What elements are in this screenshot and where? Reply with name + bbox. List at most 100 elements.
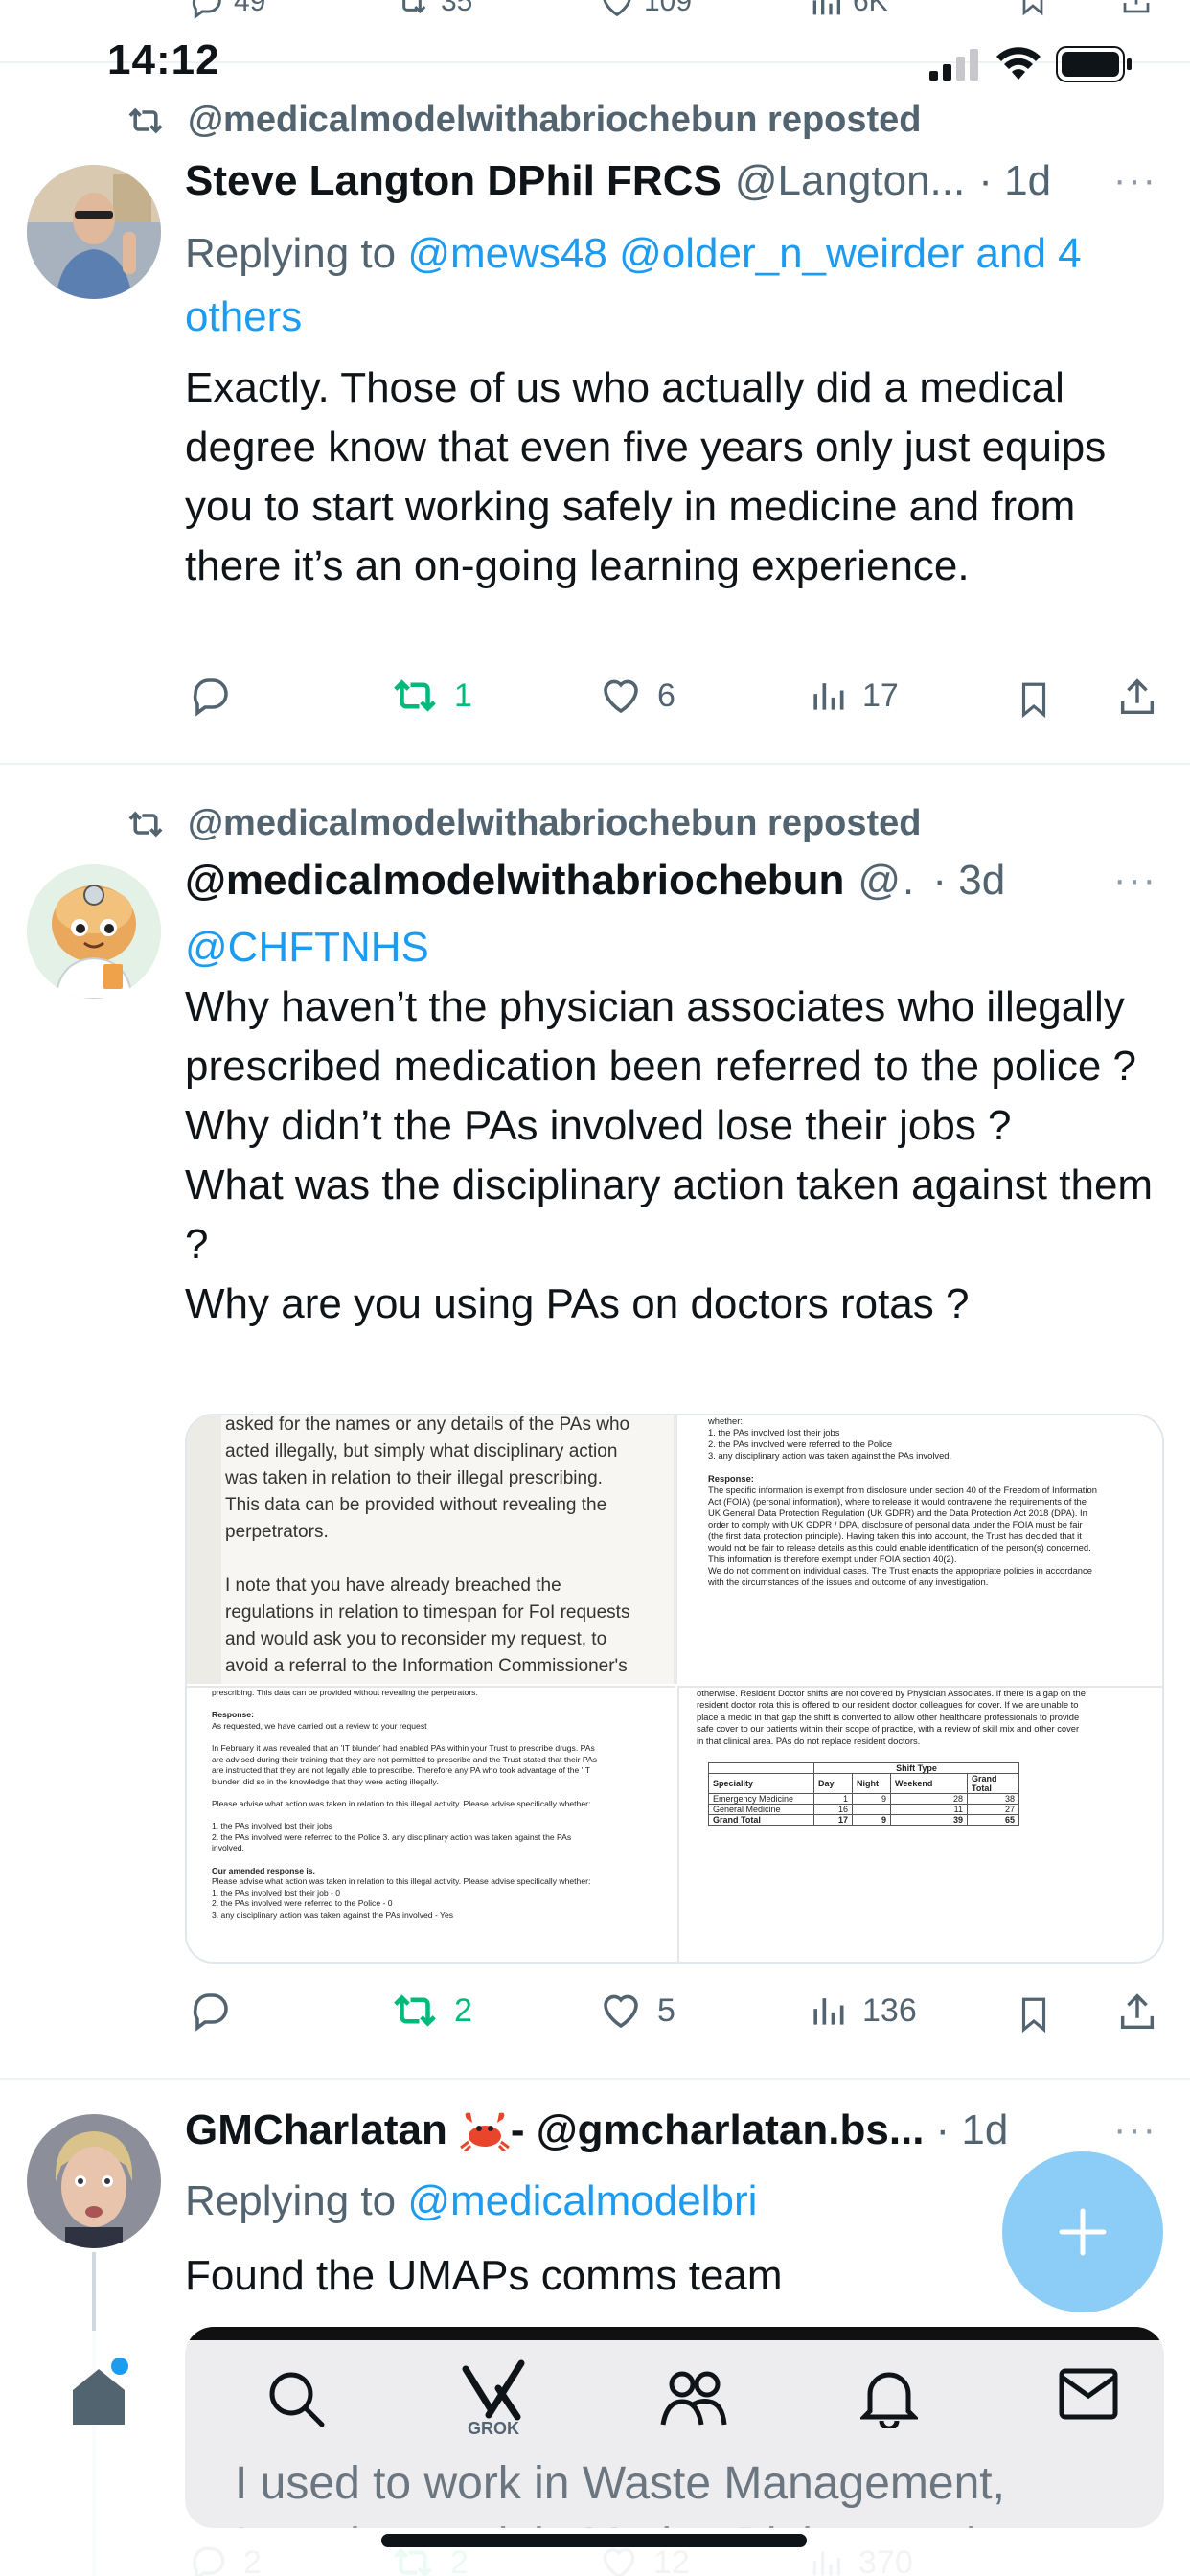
tweet-text-line: What was the disciplinary action taken a… [185, 1162, 1154, 1268]
nav-messages[interactable] [1058, 2367, 1119, 2426]
media-text-line [212, 1854, 672, 1866]
banner-top-edge [185, 2327, 1164, 2340]
notifications-icon [858, 2372, 921, 2431]
prev-views-count[interactable]: 6K [807, 0, 888, 21]
shift-table-header-row: Speciality Day Night Weekend Grand Total [708, 1773, 1019, 1794]
media-text-line: Response: [212, 1710, 254, 1720]
battery-icon [1056, 46, 1132, 82]
compose-icon [1059, 2208, 1107, 2256]
media-text-line [212, 1732, 672, 1743]
author-name[interactable]: @medicalmodelwithabriochebun [185, 857, 844, 905]
media-text-line: 2. the PAs involved were referred to the… [708, 1438, 893, 1449]
nav-home[interactable] [69, 2358, 128, 2431]
status-icons [927, 46, 1133, 82]
prev-reply-count-text: 49 [234, 0, 266, 17]
repost-label: @medicalmodelwithabriochebun reposted [188, 100, 922, 140]
table-row: General Medicine 16 11 27 [708, 1804, 1019, 1815]
media-text-line: in that clinical area. PAs do not replac… [697, 1735, 921, 1746]
avatar[interactable] [27, 2114, 161, 2248]
home-notification-dot [111, 2358, 128, 2375]
nav-search[interactable] [264, 2367, 326, 2433]
table-cell: 9 [852, 1814, 891, 1826]
media-text-line: In February it was revealed that an 'IT … [212, 1742, 595, 1753]
media-text-line: avoid a referral to the Information Comm… [225, 1656, 628, 1676]
tweet-text-line: Why haven’t the physician associates who… [185, 983, 1137, 1090]
media-text-line [708, 1461, 1158, 1473]
like-icon [604, 1994, 638, 2029]
views-count: 136 [862, 1991, 917, 2029]
author-handle[interactable]: @Langton... [735, 157, 965, 205]
media-text-line: are instructed that they are not legally… [212, 1765, 590, 1776]
table-cell: 28 [890, 1793, 968, 1805]
more-icon[interactable]: ··· [1113, 2108, 1157, 2151]
table-cell: 1 [813, 1793, 853, 1805]
avatar[interactable] [27, 165, 161, 299]
media-text-line: perpetrators. [225, 1522, 329, 1542]
more-icon[interactable]: ··· [1113, 159, 1157, 202]
reply-context: Replying to @mews48 @older_n_weirder and… [185, 222, 1171, 349]
prev-reply-count[interactable]: 49 [188, 0, 265, 21]
media-text-top-right: whether: 1. the PAs involved lost their j… [708, 1415, 1158, 1588]
bookmark-icon[interactable] [1014, 1991, 1054, 2037]
reply-to-link[interactable]: @medicalmodelbri [407, 2177, 757, 2224]
shift-table-header: Grand Total [967, 1773, 1019, 1794]
media-text-line: order to comply with UK GDPR / DPA, disc… [708, 1519, 1083, 1530]
share-icon[interactable] [1115, 675, 1159, 721]
repost-button[interactable]: 2 [389, 1988, 472, 2034]
media-text-line: with the circumstances of the issues and… [708, 1576, 989, 1587]
reply-icon [193, 678, 228, 717]
avatar-photo [27, 2114, 161, 2248]
media-text-line: involved. [212, 1843, 244, 1853]
mention-link[interactable]: @CHFTNHS [185, 918, 1171, 978]
author-handle[interactable]: @... [858, 857, 919, 905]
prev-like-count-text: 109 [644, 0, 693, 17]
media-text-bottom-left: prescribing. This data can be provided w… [212, 1688, 672, 1920]
wifi-icon [996, 47, 1041, 80]
tweet-media-image[interactable]: asked for the names or any details of th… [185, 1414, 1164, 1964]
search-icon [269, 2372, 325, 2427]
tweet-time[interactable]: · 3d [932, 857, 1005, 905]
prev-repost-count[interactable]: 35 [391, 0, 472, 21]
like-button[interactable]: 5 [598, 1988, 675, 2034]
tweet-time[interactable]: · 1d [936, 2106, 1009, 2154]
grok-preview-text-2: I used to work in Marine Biology and get [235, 2518, 1053, 2528]
table-cell: 65 [967, 1814, 1019, 1826]
tweet-time[interactable]: · 1d [978, 157, 1051, 205]
media-text-line: 3. any disciplinary action was taken aga… [212, 1909, 454, 1920]
tweet-actions: 1 6 17 [0, 673, 1190, 730]
more-icon[interactable]: ··· [1113, 859, 1157, 902]
reply-button[interactable] [188, 673, 234, 719]
avatar[interactable] [27, 864, 161, 999]
retweet-icon [402, 0, 426, 14]
media-text-line: Please advise what action was taken in r… [212, 1876, 591, 1887]
reply-button[interactable] [188, 1988, 234, 2034]
nav-grok[interactable]: GROK [460, 2359, 527, 2438]
avatar-illustration [27, 864, 161, 999]
like-button[interactable]: 6 [598, 673, 675, 719]
media-text-line: UK General Data Protection Regulation (U… [708, 1507, 1087, 1518]
bookmark-icon[interactable] [1016, 0, 1050, 17]
shift-table-header: Day [813, 1773, 853, 1794]
author-name[interactable]: GMCharlatan [185, 2106, 447, 2154]
compose-button[interactable] [1002, 2151, 1163, 2312]
share-icon[interactable] [1115, 1990, 1159, 2036]
status-time: 14:12 [107, 36, 220, 83]
media-text-line [212, 1787, 672, 1799]
media-text-line: place a medic in that gap the shift is c… [697, 1711, 1080, 1722]
views-button[interactable]: 17 [807, 673, 899, 719]
media-text-line: was taken in relation to their illegal p… [225, 1468, 603, 1488]
media-text-line: regulations in relation to timespan for … [225, 1602, 630, 1622]
nav-communities[interactable] [659, 2367, 728, 2433]
table-cell: Emergency Medicine [708, 1793, 814, 1805]
repost-indicator[interactable]: @medicalmodelwithabriochebun reposted [125, 100, 922, 141]
share-icon[interactable] [1117, 0, 1156, 17]
author-handle[interactable]: - @gmcharlatan.bs... [511, 2106, 925, 2154]
repost-button[interactable]: 1 [389, 673, 472, 719]
nav-notifications[interactable] [858, 2367, 921, 2433]
author-name[interactable]: Steve Langton DPhil FRCS [185, 157, 721, 205]
bookmark-icon[interactable] [1014, 677, 1054, 723]
repost-indicator[interactable]: @medicalmodelwithabriochebun reposted [125, 803, 922, 844]
views-button[interactable]: 136 [807, 1988, 917, 2034]
media-text-line: 1. the PAs involved lost their job - 0 [212, 1887, 341, 1898]
prev-like-count[interactable]: 109 [598, 0, 692, 21]
